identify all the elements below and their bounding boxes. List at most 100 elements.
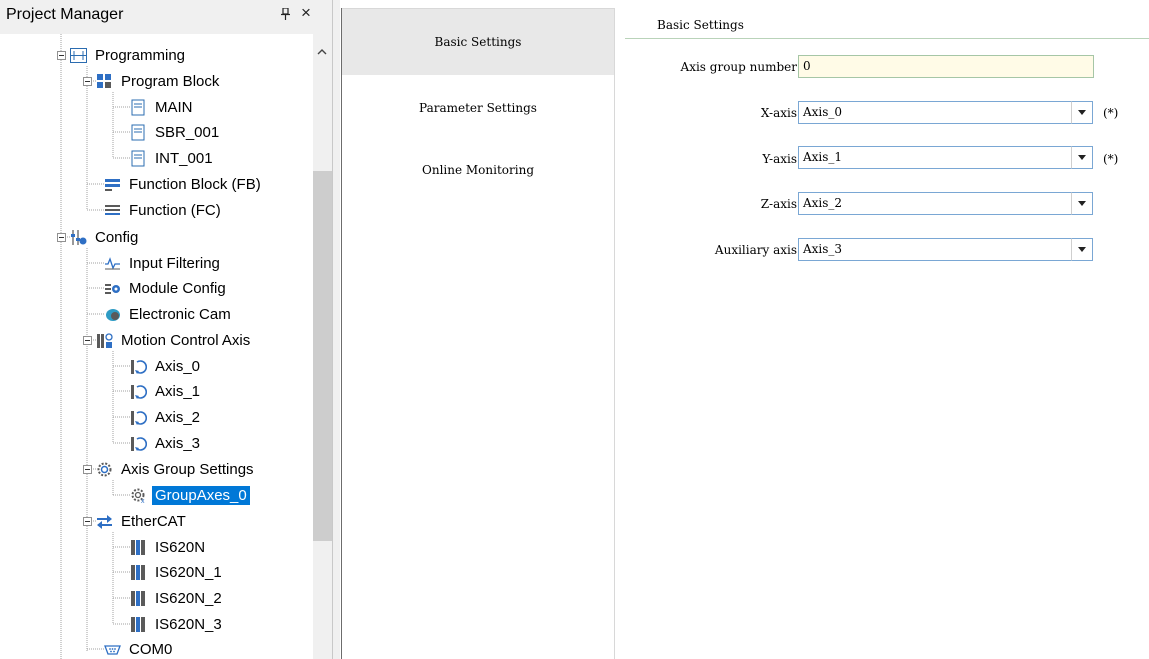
chevron-up-icon[interactable] <box>317 47 327 58</box>
serial-port-icon <box>104 641 121 658</box>
tree-item-axis-1[interactable]: Axis_1 <box>130 378 203 404</box>
tree-label: IS620N_3 <box>155 615 222 633</box>
tree-item-is620n-3[interactable]: IS620N_3 <box>130 611 225 637</box>
collapse-toggle-motion-control-axis[interactable] <box>83 336 92 345</box>
tree-item-axis-2[interactable]: Axis_2 <box>130 404 203 430</box>
tree-label: IS620N_2 <box>155 589 222 607</box>
tree-item-int-001[interactable]: INT_001 <box>130 145 216 171</box>
waveform-icon <box>104 255 121 272</box>
tree-item-electronic-cam[interactable]: Electronic Cam <box>104 301 234 327</box>
tree-label: Programming <box>95 46 186 64</box>
chevron-down-icon <box>1078 110 1086 115</box>
tree-label: Electronic Cam <box>129 305 231 323</box>
project-manager-panel: Project Manager × Programming Program Bl… <box>0 0 332 659</box>
tree-item-programming[interactable]: Programming <box>70 42 188 68</box>
auxiliary-axis-dropdown-button[interactable] <box>1071 238 1093 261</box>
tree-item-axis-group-settings[interactable]: Axis Group Settings <box>96 456 257 482</box>
svg-text:x: x <box>141 498 145 504</box>
scrollbar-thumb[interactable] <box>313 171 332 541</box>
settings-nav: Basic Settings Parameter Settings Online… <box>342 8 614 659</box>
z-axis-label: Z-axis <box>760 197 797 211</box>
tree-item-group-axes-0[interactable]: x GroupAxes_0 <box>130 482 250 508</box>
document-icon <box>130 124 147 141</box>
section-divider <box>625 38 1149 39</box>
tree-item-axis-3[interactable]: Axis_3 <box>130 430 203 456</box>
tab-label: Parameter Settings <box>419 101 537 115</box>
tree-label: Axis Group Settings <box>121 460 254 478</box>
chevron-down-icon <box>1078 155 1086 160</box>
tree-label: Axis_3 <box>155 434 201 452</box>
tree-label: Input Filtering <box>129 254 220 272</box>
tab-parameter-settings[interactable]: Parameter Settings <box>342 75 614 141</box>
collapse-toggle-program-block[interactable] <box>83 77 92 86</box>
ladder-icon <box>70 47 87 64</box>
blocks-icon <box>96 73 113 90</box>
pin-icon[interactable] <box>280 7 291 23</box>
tree-item-input-filtering[interactable]: Input Filtering <box>104 250 223 276</box>
function-icon <box>104 202 121 219</box>
tree-label: IS620N <box>155 538 206 556</box>
motion-axis-icon <box>96 332 113 349</box>
tree-item-motion-control-axis[interactable]: Motion Control Axis <box>96 327 253 353</box>
auxiliary-axis-select[interactable]: Axis_3 <box>798 238 1072 261</box>
tab-online-monitoring[interactable]: Online Monitoring <box>342 137 614 203</box>
tree-item-function[interactable]: Function (FC) <box>104 197 224 223</box>
y-axis-dropdown-button[interactable] <box>1071 146 1093 169</box>
bidirectional-arrows-icon <box>96 513 113 530</box>
basic-settings-content: Basic Settings Axis group number 0 X-axi… <box>615 8 1149 659</box>
required-mark: (*) <box>1103 106 1119 120</box>
tree-label: Axis_0 <box>155 357 201 375</box>
tree-item-is620n-2[interactable]: IS620N_2 <box>130 585 225 611</box>
tree-item-function-block[interactable]: Function Block (FB) <box>104 171 264 197</box>
tree-item-is620n[interactable]: IS620N <box>130 534 208 560</box>
collapse-toggle-axis-group-settings[interactable] <box>83 465 92 474</box>
panel-title: Project Manager <box>6 6 124 23</box>
tree-item-config[interactable]: Config <box>70 224 141 250</box>
tree-item-sbr-001[interactable]: SBR_001 <box>130 119 222 145</box>
project-tree[interactable]: Programming Program Block MAIN SBR_001 I… <box>0 34 313 659</box>
auxiliary-axis-label: Auxiliary axis <box>714 243 797 257</box>
project-manager-header: Project Manager × <box>0 0 332 34</box>
tree-label: EtherCAT <box>121 512 186 530</box>
document-icon <box>130 99 147 116</box>
servo-drive-icon <box>130 616 147 633</box>
config-icon <box>70 229 87 246</box>
collapse-toggle-config[interactable] <box>57 233 66 242</box>
required-mark: (*) <box>1103 152 1119 166</box>
x-axis-select[interactable]: Axis_0 <box>798 101 1072 124</box>
module-config-icon <box>104 280 121 297</box>
servo-drive-icon <box>130 590 147 607</box>
servo-drive-icon <box>130 539 147 556</box>
tree-label: Module Config <box>129 279 226 297</box>
function-block-icon <box>104 176 121 193</box>
tree-item-program-block[interactable]: Program Block <box>96 68 222 94</box>
tree-item-is620n-1[interactable]: IS620N_1 <box>130 559 225 585</box>
close-icon[interactable]: × <box>301 3 311 23</box>
tree-item-main[interactable]: MAIN <box>130 94 196 120</box>
collapse-toggle-ethercat[interactable] <box>83 517 92 526</box>
gear-icon: x <box>130 487 147 505</box>
tree-label: Function Block (FB) <box>129 175 261 193</box>
axis-group-number-label: Axis group number <box>680 60 797 74</box>
tree-label: INT_001 <box>155 149 213 167</box>
tree-item-module-config[interactable]: Module Config <box>104 275 229 301</box>
tree-item-com0[interactable]: COM0 <box>104 636 175 659</box>
tree-label: Program Block <box>121 72 220 90</box>
axis-group-number-field[interactable]: 0 <box>798 55 1094 78</box>
tree-label: Config <box>95 228 139 246</box>
tree-label: Axis_2 <box>155 408 201 426</box>
tab-basic-settings[interactable]: Basic Settings <box>342 9 614 75</box>
cam-icon <box>104 306 121 323</box>
axis-icon <box>130 409 148 426</box>
tree-item-axis-0[interactable]: Axis_0 <box>130 353 203 379</box>
panel-splitter[interactable] <box>332 0 340 659</box>
z-axis-select[interactable]: Axis_2 <box>798 192 1072 215</box>
tab-label: Basic Settings <box>434 35 522 49</box>
x-axis-dropdown-button[interactable] <box>1071 101 1093 124</box>
chevron-down-icon <box>1078 201 1086 206</box>
collapse-toggle-programming[interactable] <box>57 51 66 60</box>
vertical-scrollbar[interactable] <box>313 34 332 659</box>
y-axis-select[interactable]: Axis_1 <box>798 146 1072 169</box>
z-axis-dropdown-button[interactable] <box>1071 192 1093 215</box>
tree-item-ethercat[interactable]: EtherCAT <box>96 508 189 534</box>
